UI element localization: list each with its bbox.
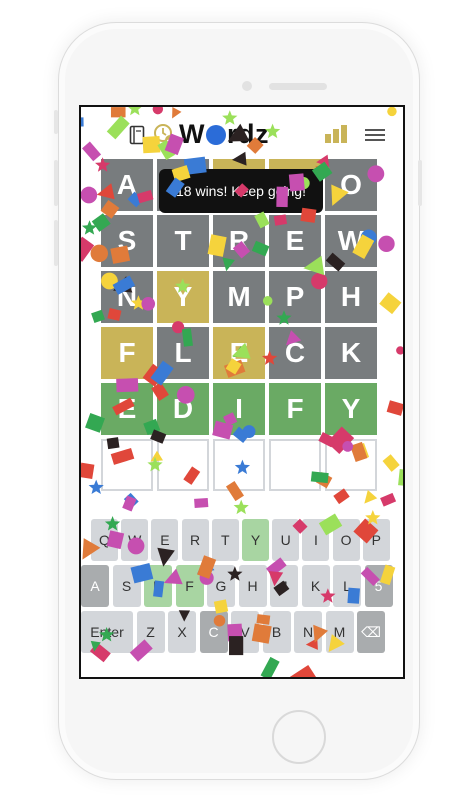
board-tile: D <box>157 383 209 435</box>
book-icon[interactable] <box>129 125 145 149</box>
board-tile: S <box>101 215 153 267</box>
board-tile: P <box>269 271 321 323</box>
volume-down-button <box>54 220 58 266</box>
board-tile <box>101 439 153 491</box>
confetti-piece <box>81 236 95 262</box>
confetti-piece <box>382 454 400 472</box>
side-button <box>54 110 58 134</box>
key[interactable]: K <box>301 565 330 607</box>
key[interactable]: R <box>181 519 209 561</box>
confetti-piece <box>380 492 397 507</box>
key[interactable]: O <box>332 519 360 561</box>
board-tile: A <box>101 159 153 211</box>
confetti-piece <box>379 292 402 315</box>
home-button[interactable] <box>272 710 326 764</box>
confetti-piece <box>387 107 397 117</box>
app-screen: Wrdz AOSTREWNYMPHFLECKEDIFY 18 wins! Kee… <box>79 105 405 679</box>
key[interactable]: P <box>362 519 390 561</box>
key[interactable]: C <box>199 611 228 653</box>
board-tile: R <box>213 215 265 267</box>
win-toast: 18 wins! Keep going! <box>159 169 323 213</box>
key[interactable]: J <box>270 565 298 607</box>
key[interactable]: A <box>81 565 109 607</box>
confetti-piece <box>81 220 98 235</box>
board-tile: O <box>325 159 377 211</box>
confetti-piece <box>81 462 95 479</box>
bar-chart-icon[interactable] <box>325 125 349 143</box>
confetti-piece <box>194 497 209 508</box>
speaker-slot <box>269 83 327 90</box>
board-tile: T <box>157 215 209 267</box>
confetti-piece <box>260 656 280 677</box>
confetti-piece <box>81 186 98 204</box>
key[interactable]: I <box>302 519 330 561</box>
board-tile: E <box>101 383 153 435</box>
board-tile: K <box>325 327 377 379</box>
key[interactable]: W <box>121 519 149 561</box>
key[interactable]: U <box>272 519 300 561</box>
key[interactable]: V <box>231 611 259 653</box>
confetti-piece <box>128 107 142 116</box>
backspace-key[interactable]: ⌫ <box>357 611 385 653</box>
key[interactable]: E <box>151 519 179 561</box>
confetti-piece <box>110 107 126 118</box>
volume-up-button <box>54 160 58 206</box>
key[interactable]: Z <box>136 611 165 653</box>
key[interactable]: D <box>144 565 172 607</box>
key[interactable]: M <box>325 611 354 653</box>
confetti-piece <box>386 400 403 416</box>
board-tile: E <box>213 327 265 379</box>
logo-text-right: rdz <box>226 119 269 149</box>
clock-check-icon[interactable] <box>153 123 177 151</box>
board-tile: N <box>101 271 153 323</box>
board-tile <box>157 439 209 491</box>
app-header: Wrdz <box>81 117 403 155</box>
hamburger-menu-icon[interactable] <box>365 129 385 141</box>
board-tile: F <box>269 383 321 435</box>
confetti-piece <box>123 492 139 508</box>
key[interactable]: T <box>211 519 239 561</box>
key[interactable]: F <box>175 565 204 607</box>
power-button <box>418 160 422 206</box>
board-tile <box>213 439 265 491</box>
confetti-piece <box>364 490 378 504</box>
confetti-piece <box>398 469 403 488</box>
logo-o-dot <box>205 125 226 145</box>
key[interactable]: X <box>168 611 196 653</box>
app-logo: Wrdz <box>179 119 269 150</box>
key[interactable]: Y <box>242 519 269 561</box>
board-tile: L <box>157 327 209 379</box>
board-tile: F <box>101 327 153 379</box>
board-tile: I <box>213 383 265 435</box>
key[interactable]: L <box>333 565 361 607</box>
key[interactable]: H <box>238 565 267 607</box>
board-tile: W <box>325 215 377 267</box>
enter-key[interactable]: Enter <box>81 611 133 653</box>
board-tile: Y <box>157 271 209 323</box>
board-tile: E <box>269 215 321 267</box>
key[interactable]: Q <box>91 519 118 561</box>
logo-text-left: W <box>179 119 205 149</box>
board-tile <box>269 439 321 491</box>
toast-text: 18 wins! Keep going! <box>176 183 306 199</box>
board-tile: M <box>213 271 265 323</box>
confetti-piece <box>378 235 395 253</box>
board-tile: Y <box>325 383 377 435</box>
camera-dot <box>242 81 252 91</box>
board-tile: H <box>325 271 377 323</box>
key[interactable]: S <box>112 565 141 607</box>
key[interactable]: 5 <box>364 565 393 607</box>
confetti-piece <box>152 107 164 115</box>
key[interactable]: N <box>294 611 322 653</box>
confetti-piece <box>122 495 137 512</box>
key[interactable]: G <box>207 565 235 607</box>
confetti-piece <box>396 346 403 355</box>
confetti-piece <box>289 665 318 677</box>
confetti-piece <box>233 499 249 515</box>
board-tile <box>325 439 377 491</box>
key[interactable]: B <box>262 611 291 653</box>
board-tile: C <box>269 327 321 379</box>
